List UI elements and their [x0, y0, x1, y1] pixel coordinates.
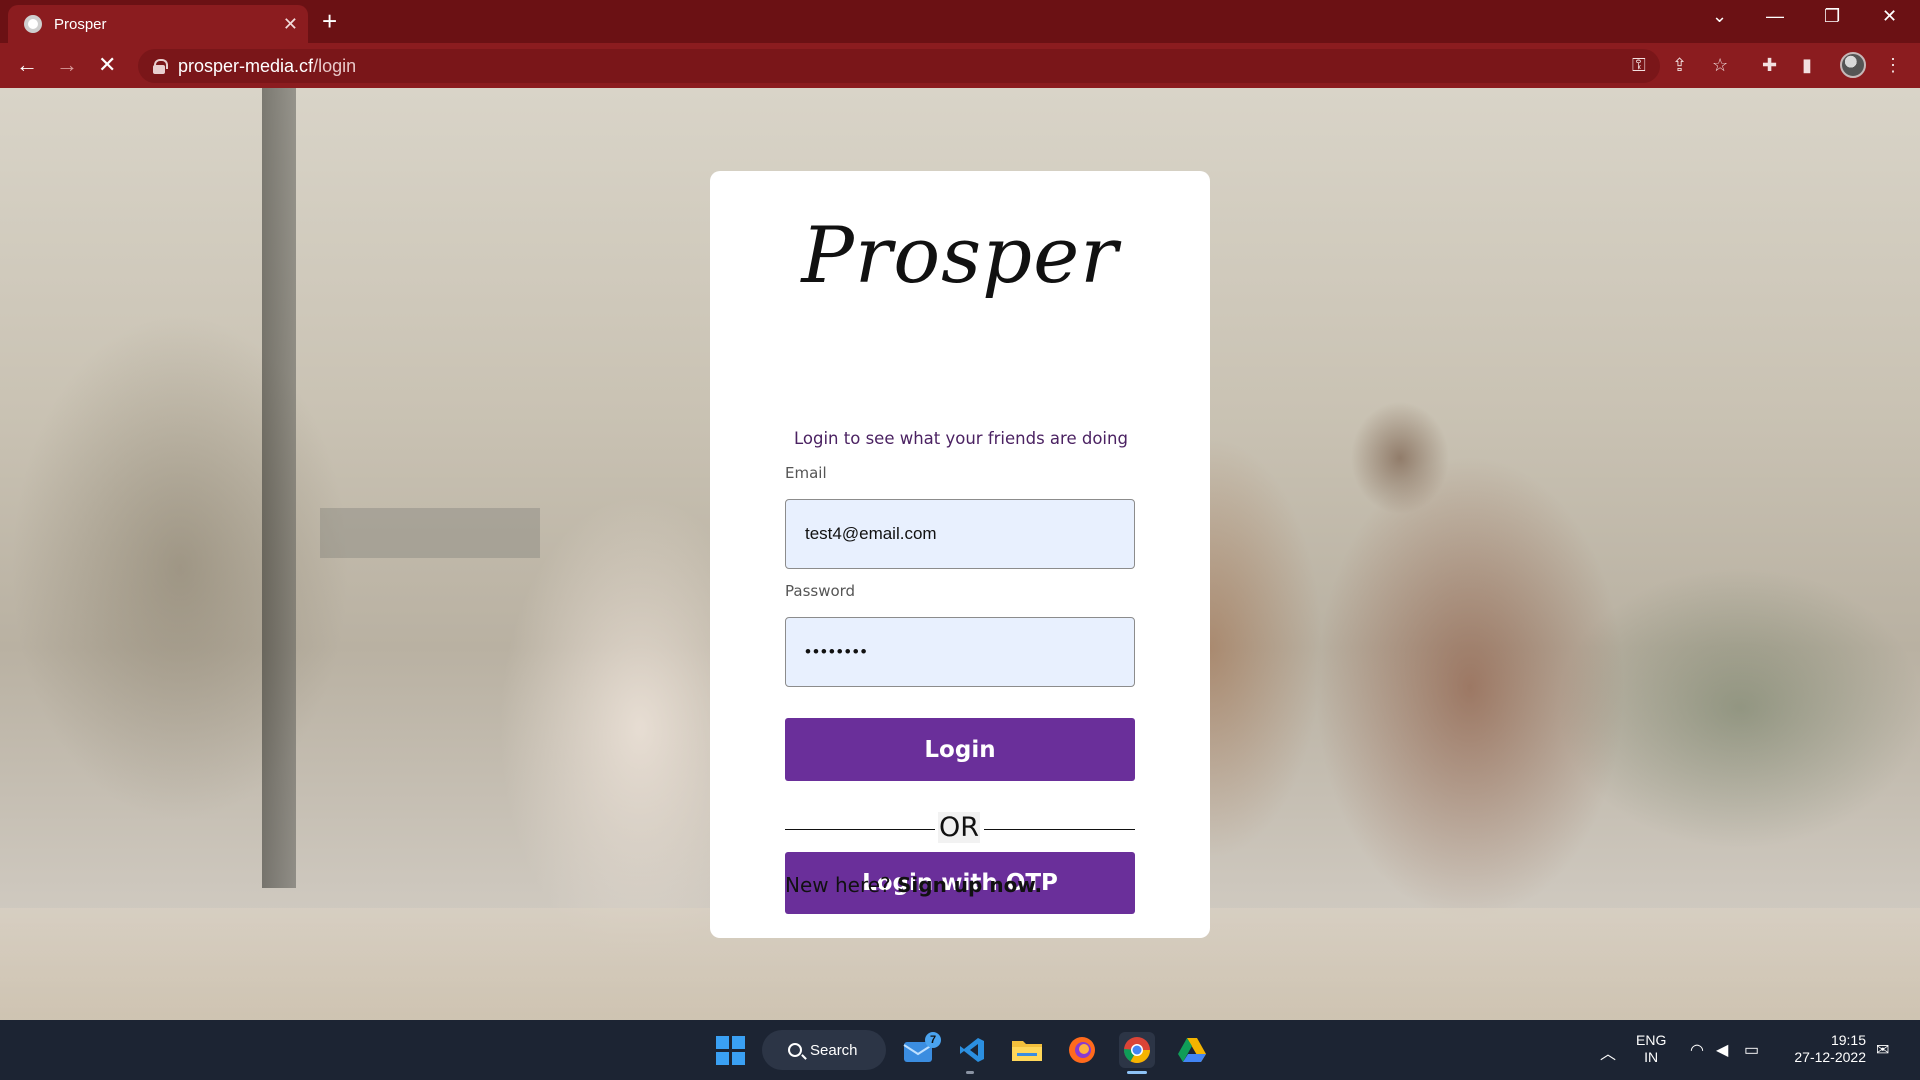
- taskbar-search-label: Search: [810, 1041, 858, 1059]
- drive-icon[interactable]: [1174, 1032, 1210, 1068]
- back-icon[interactable]: ←: [16, 52, 38, 78]
- battery-icon[interactable]: ▭: [1744, 1040, 1759, 1060]
- file-explorer-icon[interactable]: [1009, 1032, 1045, 1068]
- lock-icon[interactable]: [152, 59, 168, 74]
- chrome-active-indicator: [1127, 1071, 1147, 1074]
- side-panel-icon[interactable]: ▮: [1802, 55, 1812, 75]
- url-host: prosper-media.cf: [178, 55, 314, 76]
- signup-prompt: New here?: [785, 873, 891, 897]
- volume-icon[interactable]: ◀: [1716, 1040, 1728, 1060]
- url-path: /login: [313, 55, 357, 76]
- taskbar-search[interactable]: Search: [762, 1030, 886, 1070]
- divider-or: OR: [938, 812, 981, 843]
- windows-taskbar: Search ︿ ◠ ◀ ▭ ✉: [0, 1020, 1920, 1080]
- login-card: Prosper Login to see what your friends a…: [710, 171, 1210, 938]
- profile-avatar[interactable]: [1840, 52, 1866, 78]
- site-favicon-icon: [24, 15, 42, 33]
- page-background: Prosper Login to see what your friends a…: [0, 88, 1920, 1020]
- chrome-icon[interactable]: [1119, 1032, 1155, 1068]
- tab-title: Prosper: [54, 15, 107, 33]
- wifi-icon[interactable]: ◠: [1690, 1040, 1704, 1060]
- forward-icon[interactable]: →: [56, 52, 78, 78]
- browser-tab-active[interactable]: Prosper ✕: [8, 5, 308, 43]
- extensions-icon[interactable]: ✚: [1762, 55, 1777, 75]
- mail-badge: 7: [925, 1032, 941, 1048]
- password-label: Password: [785, 582, 856, 600]
- vscode-icon[interactable]: [954, 1032, 990, 1068]
- windows-start-icon[interactable]: [712, 1032, 748, 1068]
- search-icon: [788, 1043, 802, 1057]
- tab-close-icon[interactable]: ✕: [283, 14, 298, 35]
- tab-search-chevron-icon[interactable]: ⌄: [1712, 6, 1727, 27]
- star-icon[interactable]: ☆: [1712, 55, 1728, 75]
- new-tab-icon[interactable]: +: [322, 6, 337, 36]
- share-icon[interactable]: ⇪: [1672, 55, 1687, 75]
- clock-date: 27-12-2022: [1794, 1049, 1866, 1065]
- background-bench: [320, 508, 540, 558]
- prosper-logo: Prosper: [801, 211, 1119, 301]
- vscode-running-indicator: [966, 1071, 974, 1074]
- signup-link[interactable]: Sign up now.: [897, 873, 1042, 897]
- notification-icon[interactable]: ✉: [1876, 1040, 1889, 1060]
- language-code: ENG: [1636, 1032, 1667, 1048]
- background-lamp-post: [262, 88, 296, 888]
- password-field[interactable]: [785, 617, 1135, 687]
- language-indicator[interactable]: ENG IN: [1636, 1032, 1666, 1066]
- divider-line-left: [785, 829, 935, 830]
- address-bar[interactable]: prosper-media.cf/login: [138, 49, 1660, 83]
- firefox-icon[interactable]: [1064, 1032, 1100, 1068]
- browser-tab-bar: Prosper ✕ + ⌄ — ❐ ✕: [0, 0, 1920, 43]
- key-icon[interactable]: ⚿: [1632, 55, 1646, 75]
- chevron-up-icon[interactable]: ︿: [1600, 1040, 1616, 1064]
- close-window-icon[interactable]: ✕: [1882, 6, 1897, 27]
- system-clock[interactable]: 19:15 27-12-2022: [1786, 1032, 1866, 1066]
- signup-row: New here? Sign up now.: [785, 873, 1042, 897]
- email-field[interactable]: [785, 499, 1135, 569]
- minimize-icon[interactable]: —: [1766, 6, 1784, 27]
- browser-toolbar: ← → ✕ prosper-media.cf/login ⚿ ⇪ ☆ ✚ ▮ ⋮: [0, 43, 1920, 88]
- menu-icon[interactable]: ⋮: [1884, 55, 1902, 75]
- clock-time: 19:15: [1830, 1032, 1866, 1048]
- login-subtitle: Login to see what your friends are doing: [794, 429, 1128, 448]
- stop-loading-icon[interactable]: ✕: [98, 52, 116, 78]
- region-code: IN: [1644, 1049, 1659, 1065]
- divider-line-right: [984, 829, 1135, 830]
- login-button[interactable]: Login: [785, 718, 1135, 781]
- restore-icon[interactable]: ❐: [1824, 6, 1840, 27]
- email-label: Email: [785, 464, 827, 482]
